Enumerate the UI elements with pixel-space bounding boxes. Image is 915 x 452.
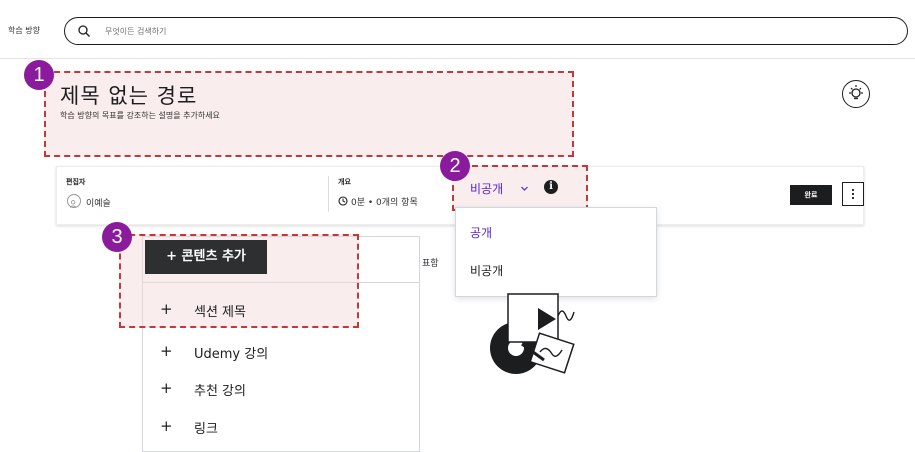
- lightbulb-icon: [849, 85, 863, 100]
- visibility-option-private[interactable]: 비공개: [470, 262, 503, 279]
- user-icon: [69, 200, 77, 208]
- editor-name: 이예슬: [86, 199, 111, 209]
- menu-item-recommended-course[interactable]: 추천 강의: [194, 380, 246, 399]
- more-options-button[interactable]: [842, 182, 864, 206]
- search-icon: [78, 25, 90, 37]
- menu-item-link[interactable]: 링크: [194, 418, 218, 437]
- add-content-button[interactable]: + 콘텐츠 추가: [145, 240, 267, 274]
- visibility-menu: [455, 207, 657, 297]
- lightbulb-button[interactable]: [842, 80, 870, 108]
- plus-icon: +: [160, 379, 173, 397]
- plus-icon: +: [160, 417, 173, 435]
- info-icon[interactable]: i: [544, 180, 558, 194]
- vertical-dots-icon: [851, 188, 855, 200]
- menu-item-udemy-course[interactable]: Udemy 강의: [194, 343, 268, 362]
- overview-label: 개요: [338, 178, 351, 186]
- clock-icon: [338, 196, 348, 206]
- plus-icon: +: [160, 300, 173, 318]
- brand-label: 학습 방향: [8, 26, 40, 35]
- top-bar: 학습 방향 무엇이든 검색하기: [0, 0, 915, 59]
- divider: [328, 176, 329, 212]
- done-button[interactable]: 완료: [790, 185, 832, 205]
- visibility-dropdown-label[interactable]: 비공개: [470, 180, 503, 197]
- plus-icon: +: [160, 342, 173, 360]
- editor-label: 편집자: [66, 178, 86, 186]
- search-input[interactable]: 무엇이든 검색하기: [64, 17, 908, 45]
- partial-tooltip-text: 표함: [422, 259, 439, 269]
- empty-state-illustration: [490, 293, 575, 374]
- visibility-option-public[interactable]: 공개: [470, 224, 492, 241]
- marker-3: 3: [102, 222, 132, 252]
- marker-2: 2: [440, 151, 470, 181]
- avatar: [67, 194, 81, 208]
- page-description[interactable]: 학습 방향의 목표를 강조하는 설명을 추가하세요: [60, 110, 220, 121]
- search-placeholder: 무엇이든 검색하기: [105, 27, 167, 36]
- overview-value: 0분 • 0개의 항목: [351, 198, 418, 208]
- marker-1: 1: [24, 60, 54, 90]
- chevron-down-icon[interactable]: [520, 184, 529, 193]
- page-title[interactable]: 제목 없는 경로: [60, 80, 197, 110]
- menu-item-section-title[interactable]: 섹션 제목: [194, 301, 246, 320]
